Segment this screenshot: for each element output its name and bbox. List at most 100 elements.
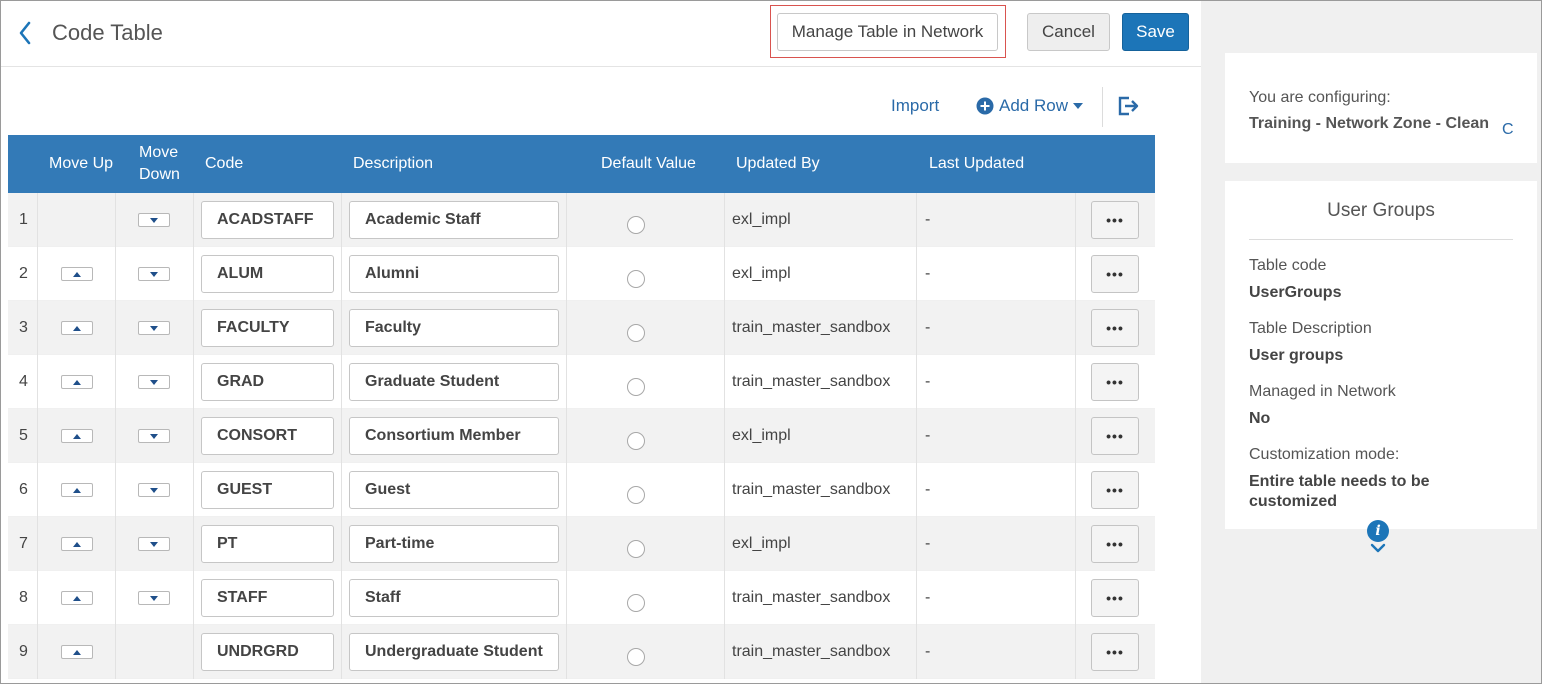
export-button[interactable] xyxy=(1116,94,1140,118)
default-value-radio[interactable] xyxy=(627,432,645,450)
arrow-down-icon xyxy=(150,217,158,223)
row-actions-button[interactable]: ••• xyxy=(1091,201,1139,239)
configuring-change-link[interactable]: C xyxy=(1502,121,1514,139)
import-link[interactable]: Import xyxy=(891,96,939,116)
back-button[interactable] xyxy=(13,19,37,47)
add-row-button[interactable]: Add Row xyxy=(976,96,1083,116)
default-value-radio[interactable] xyxy=(627,324,645,342)
column-divider xyxy=(1075,247,1076,301)
move-down-button[interactable] xyxy=(138,321,170,335)
configuring-value: Training - Network Zone - Clean xyxy=(1249,115,1490,132)
column-divider xyxy=(566,301,567,355)
code-input[interactable]: FACULTY xyxy=(201,309,334,347)
info-icon[interactable]: i xyxy=(1367,520,1389,542)
last-updated: - xyxy=(925,373,931,390)
move-down-button[interactable] xyxy=(138,429,170,443)
table-row: 7 PT Part-time exl_impl - ••• xyxy=(8,517,1155,571)
column-divider xyxy=(193,517,194,571)
code-input[interactable]: PT xyxy=(201,525,334,563)
description-input[interactable]: Graduate Student xyxy=(349,363,559,401)
column-divider xyxy=(341,247,342,301)
default-value-radio[interactable] xyxy=(627,540,645,558)
table-row: 9 UNDRGRD Undergraduate Student train_maste… xyxy=(8,625,1155,679)
column-divider xyxy=(37,625,38,679)
card-divider xyxy=(1249,239,1513,240)
move-up-button[interactable] xyxy=(61,537,93,551)
move-up-button[interactable] xyxy=(61,267,93,281)
last-updated: - xyxy=(925,427,931,444)
code-input[interactable]: GUEST xyxy=(201,471,334,509)
table-code-value: UserGroups xyxy=(1249,284,1342,301)
row-actions-button[interactable]: ••• xyxy=(1091,579,1139,617)
column-divider xyxy=(1075,571,1076,625)
move-down-button[interactable] xyxy=(138,591,170,605)
code-input[interactable]: ACADSTAFF xyxy=(201,201,334,239)
description-input[interactable]: Alumni xyxy=(349,255,559,293)
move-down-button[interactable] xyxy=(138,267,170,281)
column-divider xyxy=(1075,193,1076,247)
cancel-button[interactable]: Cancel xyxy=(1027,13,1110,51)
plus-circle-icon xyxy=(976,97,994,115)
row-actions-button[interactable]: ••• xyxy=(1091,471,1139,509)
row-actions-button[interactable]: ••• xyxy=(1091,525,1139,563)
move-up-button[interactable] xyxy=(61,429,93,443)
code-input[interactable]: GRAD xyxy=(201,363,334,401)
move-up-button[interactable] xyxy=(61,375,93,389)
code-input[interactable]: ALUM xyxy=(201,255,334,293)
column-divider xyxy=(566,247,567,301)
column-header-code: Code xyxy=(205,155,244,172)
column-divider xyxy=(193,301,194,355)
description-input[interactable]: Academic Staff xyxy=(349,201,559,239)
description-input[interactable]: Undergraduate Student xyxy=(349,633,559,671)
move-down-button[interactable] xyxy=(138,483,170,497)
card-title: User Groups xyxy=(1327,200,1435,221)
move-up-button[interactable] xyxy=(61,483,93,497)
code-input[interactable]: UNDRGRD xyxy=(201,633,334,671)
arrow-up-icon xyxy=(73,595,81,601)
column-divider xyxy=(1075,517,1076,571)
page-title: Code Table xyxy=(52,20,163,45)
save-button[interactable]: Save xyxy=(1122,13,1189,51)
column-divider xyxy=(566,571,567,625)
row-actions-button[interactable]: ••• xyxy=(1091,255,1139,293)
code-input[interactable]: CONSORT xyxy=(201,417,334,455)
row-actions-button[interactable]: ••• xyxy=(1091,363,1139,401)
row-number: 2 xyxy=(19,265,28,282)
move-up-button[interactable] xyxy=(61,591,93,605)
default-value-radio[interactable] xyxy=(627,216,645,234)
move-down-button[interactable] xyxy=(138,375,170,389)
description-input[interactable]: Part-time xyxy=(349,525,559,563)
table-header: Move Up Move Down Code Description Defau… xyxy=(8,135,1155,193)
column-divider xyxy=(566,463,567,517)
column-divider xyxy=(193,463,194,517)
column-header-move-down-line2: Down xyxy=(139,166,180,183)
last-updated: - xyxy=(925,319,931,336)
move-up-button[interactable] xyxy=(61,321,93,335)
description-input[interactable]: Faculty xyxy=(349,309,559,347)
manage-table-in-network-button[interactable]: Manage Table in Network xyxy=(777,13,998,51)
chevron-down-icon[interactable] xyxy=(1369,542,1387,556)
description-input[interactable]: Consortium Member xyxy=(349,417,559,455)
move-up-button[interactable] xyxy=(61,645,93,659)
description-input[interactable]: Staff xyxy=(349,579,559,617)
row-actions-button[interactable]: ••• xyxy=(1091,633,1139,671)
default-value-radio[interactable] xyxy=(627,594,645,612)
arrow-up-icon xyxy=(73,433,81,439)
row-actions-button[interactable]: ••• xyxy=(1091,309,1139,347)
last-updated: - xyxy=(925,643,931,660)
code-input[interactable]: STAFF xyxy=(201,579,334,617)
column-divider xyxy=(115,517,116,571)
move-down-button[interactable] xyxy=(138,537,170,551)
row-number: 5 xyxy=(19,427,28,444)
description-input[interactable]: Guest xyxy=(349,471,559,509)
move-down-button[interactable] xyxy=(138,213,170,227)
default-value-radio[interactable] xyxy=(627,270,645,288)
row-actions-button[interactable]: ••• xyxy=(1091,417,1139,455)
default-value-radio[interactable] xyxy=(627,648,645,666)
column-divider xyxy=(193,193,194,247)
default-value-radio[interactable] xyxy=(627,378,645,396)
arrow-up-icon xyxy=(73,649,81,655)
default-value-radio[interactable] xyxy=(627,486,645,504)
column-divider xyxy=(1075,301,1076,355)
column-header-last-updated: Last Updated xyxy=(929,155,1025,172)
